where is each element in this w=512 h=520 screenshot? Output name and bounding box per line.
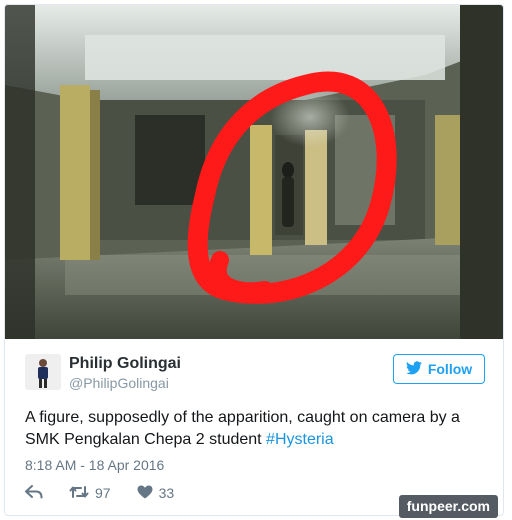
hashtag-link[interactable]: #Hysteria	[266, 431, 334, 448]
retweet-count: 97	[95, 485, 111, 501]
tweet-header: Philip Golingai @PhilipGolingai Follow	[25, 354, 485, 394]
tweet-photo[interactable]	[5, 5, 503, 339]
twitter-bird-icon	[405, 360, 422, 378]
reply-button[interactable]	[25, 484, 43, 502]
like-button[interactable]: 33	[137, 485, 175, 502]
heart-icon	[137, 485, 153, 502]
tweet-body: A figure, supposedly of the apparition, …	[25, 409, 460, 448]
author-handle[interactable]: @PhilipGolingai	[69, 375, 169, 391]
tweet-text: A figure, supposedly of the apparition, …	[25, 407, 495, 451]
follow-label: Follow	[427, 361, 473, 377]
reply-icon	[25, 484, 43, 502]
like-count: 33	[158, 485, 175, 501]
tweet-actions: 97 33	[25, 483, 200, 503]
retweet-button[interactable]: 97	[69, 485, 111, 502]
tweet-card: Philip Golingai @PhilipGolingai Follow A…	[4, 4, 504, 516]
follow-button[interactable]: Follow	[393, 354, 485, 384]
tweet-timestamp[interactable]: 8:18 AM - 18 Apr 2016	[25, 457, 164, 473]
avatar[interactable]	[25, 354, 61, 390]
retweet-icon	[69, 485, 89, 502]
watermark: funpeer.com	[398, 495, 498, 518]
author-name[interactable]: Philip Golingai	[69, 355, 181, 373]
